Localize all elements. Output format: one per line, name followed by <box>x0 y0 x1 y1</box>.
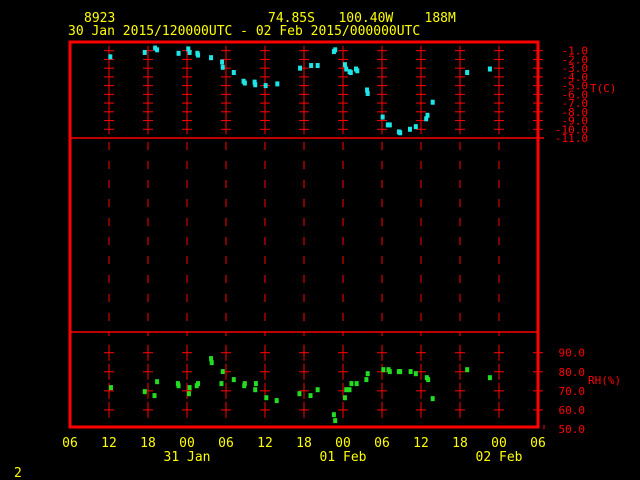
humidity-point <box>242 381 247 387</box>
rh-tick-label: 50.0 <box>559 423 586 436</box>
x-tick-label: 18 <box>452 436 468 451</box>
humidity-point <box>219 381 224 387</box>
t-axis-label: T(C) <box>590 82 617 95</box>
humidity-point <box>426 377 431 383</box>
humidity-point <box>209 360 214 366</box>
humidity-point <box>354 381 359 387</box>
x-tick-label: 06 <box>530 436 546 451</box>
rh-tick-label: 70.0 <box>559 385 586 398</box>
temperature-point <box>333 47 338 53</box>
x-tick-label: 06 <box>374 436 390 451</box>
humidity-point <box>381 367 386 373</box>
humidity-point <box>347 387 352 393</box>
temperature-point <box>108 54 113 60</box>
temperature-point <box>465 70 470 76</box>
humidity-point <box>220 369 225 375</box>
temperature-point <box>142 49 147 55</box>
temperature-point <box>209 55 214 61</box>
temperature-point <box>253 82 258 88</box>
humidity-point <box>155 379 160 385</box>
humidity-point <box>413 371 418 377</box>
humidity-point <box>297 391 302 397</box>
temperature-point <box>309 63 314 69</box>
humidity-point <box>408 369 413 375</box>
x-tick-label: 00 <box>491 436 507 451</box>
humidity-point <box>253 381 258 387</box>
temperature-point <box>365 90 370 96</box>
data-points <box>108 45 492 424</box>
humidity-point <box>342 395 347 401</box>
temperature-point <box>187 49 192 55</box>
x-tick-label: 12 <box>101 436 117 451</box>
temperature-point <box>348 70 353 76</box>
temperature-point <box>342 62 347 68</box>
x-tick-label: 00 <box>335 436 351 451</box>
temperature-point <box>275 81 280 87</box>
temperature-point <box>220 64 225 70</box>
humidity-point <box>333 418 338 424</box>
temperature-point <box>398 130 403 136</box>
rh-tick-label: 90.0 <box>559 347 586 360</box>
humidity-point <box>152 393 157 399</box>
temperature-point <box>380 114 385 120</box>
humidity-point <box>364 377 369 383</box>
time-period: 30 Jan 2015/120000UTC - 02 Feb 2015/0000… <box>68 24 420 39</box>
humidity-point <box>331 412 336 418</box>
t-tick-label: -11.0 <box>555 132 588 145</box>
x-tick-label: 06 <box>218 436 234 451</box>
humidity-point <box>176 383 181 389</box>
humidity-point <box>264 395 269 401</box>
page-number: 2 <box>14 466 22 480</box>
grid <box>104 45 543 418</box>
humidity-point <box>187 385 192 391</box>
temperature-point <box>176 50 181 56</box>
humidity-point <box>365 371 370 377</box>
x-tick-label: 18 <box>296 436 312 451</box>
date-label: 01 Feb <box>320 450 367 465</box>
x-tick-label: 06 <box>62 436 78 451</box>
humidity-point <box>398 369 403 375</box>
humidity-point <box>108 385 113 391</box>
temperature-point <box>155 47 160 53</box>
rh-tick-label: 60.0 <box>559 404 586 417</box>
temperature-point <box>430 99 435 105</box>
temperature-point <box>315 63 320 69</box>
humidity-point <box>387 369 392 375</box>
x-tick-label: 00 <box>179 436 195 451</box>
humidity-point <box>430 396 435 402</box>
humidity-point <box>308 393 313 399</box>
temperature-point <box>263 83 268 89</box>
axis-labels: -1.0-2.0-3.0-4.0-5.0-6.0-7.0-8.0-9.0-10.… <box>62 45 588 465</box>
rh-axis-label: RH(%) <box>588 374 621 387</box>
temperature-point <box>196 52 201 58</box>
plot-frame <box>68 40 545 429</box>
humidity-point <box>142 389 147 395</box>
humidity-point <box>196 381 201 387</box>
humidity-point <box>274 398 279 404</box>
temperature-point <box>407 126 412 132</box>
humidity-point <box>186 391 191 397</box>
humidity-point <box>315 387 320 393</box>
temperature-point <box>413 124 418 130</box>
x-tick-label: 18 <box>140 436 156 451</box>
humidity-point <box>465 367 470 373</box>
temperature-point <box>387 122 392 128</box>
humidity-point <box>487 375 492 381</box>
humidity-point <box>349 381 354 387</box>
temperature-point <box>298 65 303 71</box>
x-tick-label: 12 <box>413 436 429 451</box>
meteogram-chart: 8923 74.85S 100.40W 188M 30 Jan 2015/120… <box>14 11 621 480</box>
temperature-point <box>220 59 225 65</box>
temperature-point <box>231 70 236 76</box>
x-tick-label: 12 <box>257 436 273 451</box>
temperature-point <box>355 68 360 74</box>
date-label: 31 Jan <box>164 450 211 465</box>
humidity-point <box>231 377 236 383</box>
humidity-point <box>253 387 258 393</box>
rh-tick-label: 80.0 <box>559 366 586 379</box>
temperature-point <box>425 112 430 118</box>
date-label: 02 Feb <box>476 450 523 465</box>
temperature-point <box>487 66 492 72</box>
temperature-point <box>242 80 247 86</box>
